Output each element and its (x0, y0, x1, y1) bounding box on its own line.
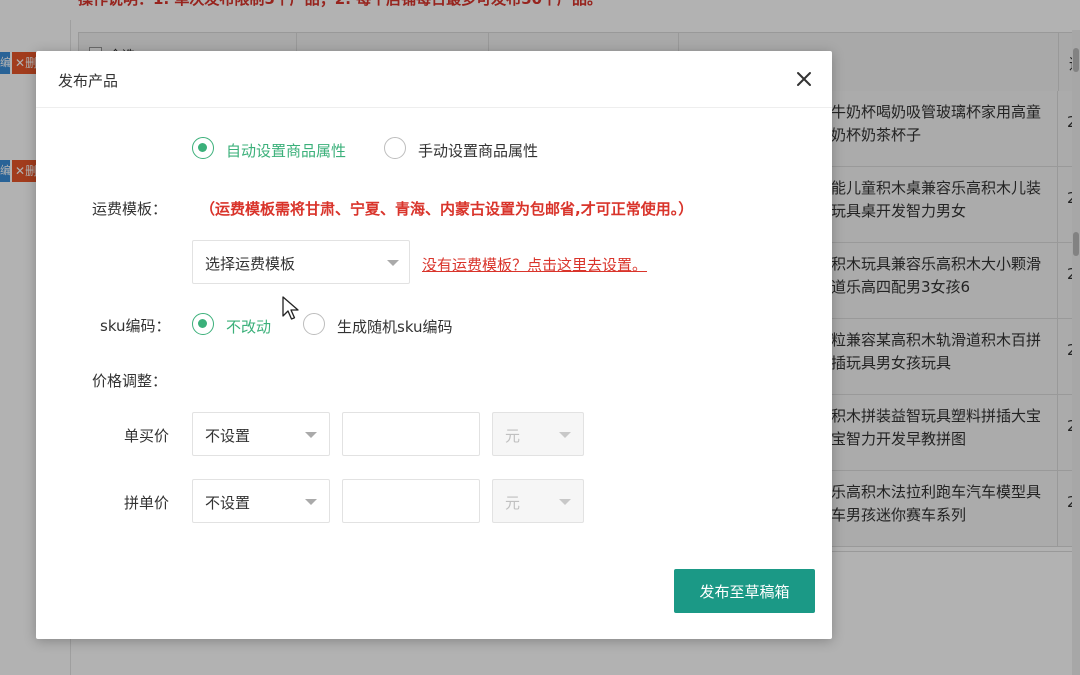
group-price-unit-select[interactable]: 元 (492, 479, 584, 523)
chevron-down-icon (305, 432, 317, 438)
auto-attr-label[interactable]: 自动设置商品属性 (226, 140, 346, 161)
single-price-unit-value: 元 (505, 427, 521, 445)
dialog-title: 发布产品 (58, 72, 119, 90)
sku-keep-label[interactable]: 不改动 (226, 316, 271, 337)
chevron-down-icon (559, 499, 571, 505)
sku-random-radio[interactable] (303, 313, 325, 335)
group-price-mode-select[interactable]: 不设置 (192, 479, 330, 523)
manual-attr-radio[interactable] (384, 137, 406, 159)
mouse-cursor-icon (282, 296, 299, 320)
manual-attr-label[interactable]: 手动设置商品属性 (418, 140, 538, 161)
single-price-label: 单买价 (124, 427, 170, 445)
freight-warning: （运费模板需将甘肃、宁夏、青海、内蒙古设置为包邮省,才可正常使用。） (200, 200, 694, 218)
single-price-mode-select[interactable]: 不设置 (192, 412, 330, 456)
single-price-input[interactable] (342, 412, 480, 456)
chevron-down-icon (559, 432, 571, 438)
chevron-down-icon (305, 499, 317, 505)
freight-template-value: 选择运费模板 (205, 255, 296, 273)
close-icon[interactable] (792, 67, 816, 91)
sku-random-label[interactable]: 生成随机sku编码 (337, 316, 453, 337)
group-price-unit-value: 元 (505, 494, 521, 512)
group-price-mode-value: 不设置 (205, 494, 251, 512)
freight-template-label: 运费模板： (92, 200, 168, 218)
publish-product-dialog: 发布产品 自动设置商品属性 手动设置商品属性 运费模板： （运费模板需将甘肃、宁… (36, 51, 832, 639)
publish-to-drafts-button[interactable]: 发布至草稿箱 (674, 569, 815, 613)
single-price-mode-value: 不设置 (205, 427, 251, 445)
auto-attr-radio[interactable] (192, 137, 214, 159)
chevron-down-icon (387, 260, 399, 266)
single-price-unit-select[interactable]: 元 (492, 412, 584, 456)
sku-keep-radio[interactable] (192, 313, 214, 335)
freight-template-select[interactable]: 选择运费模板 (192, 240, 410, 284)
freight-setup-link[interactable]: 没有运费模板？点击这里去设置。 (422, 254, 647, 275)
group-price-input[interactable] (342, 479, 480, 523)
group-price-label: 拼单价 (124, 494, 170, 512)
price-adjust-label: 价格调整： (92, 372, 168, 390)
dialog-header: 发布产品 (36, 51, 832, 108)
sku-label: sku编码： (100, 317, 171, 335)
